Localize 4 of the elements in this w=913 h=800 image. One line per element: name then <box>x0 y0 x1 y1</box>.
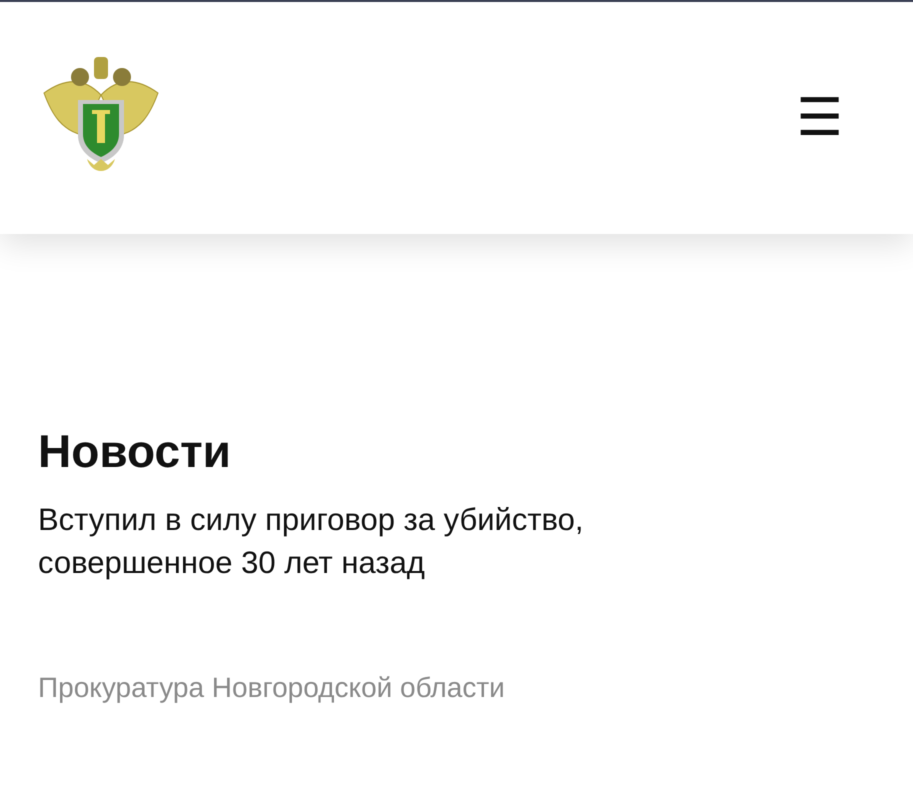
news-headline-link[interactable]: Вступил в силу приговор за убийство, совершенное 30 лет назад <box>38 498 758 584</box>
menu-button[interactable]: ☰ <box>796 92 843 144</box>
section-title: Новости <box>38 424 232 478</box>
news-source: Прокуратура Новгородской области <box>38 672 506 704</box>
